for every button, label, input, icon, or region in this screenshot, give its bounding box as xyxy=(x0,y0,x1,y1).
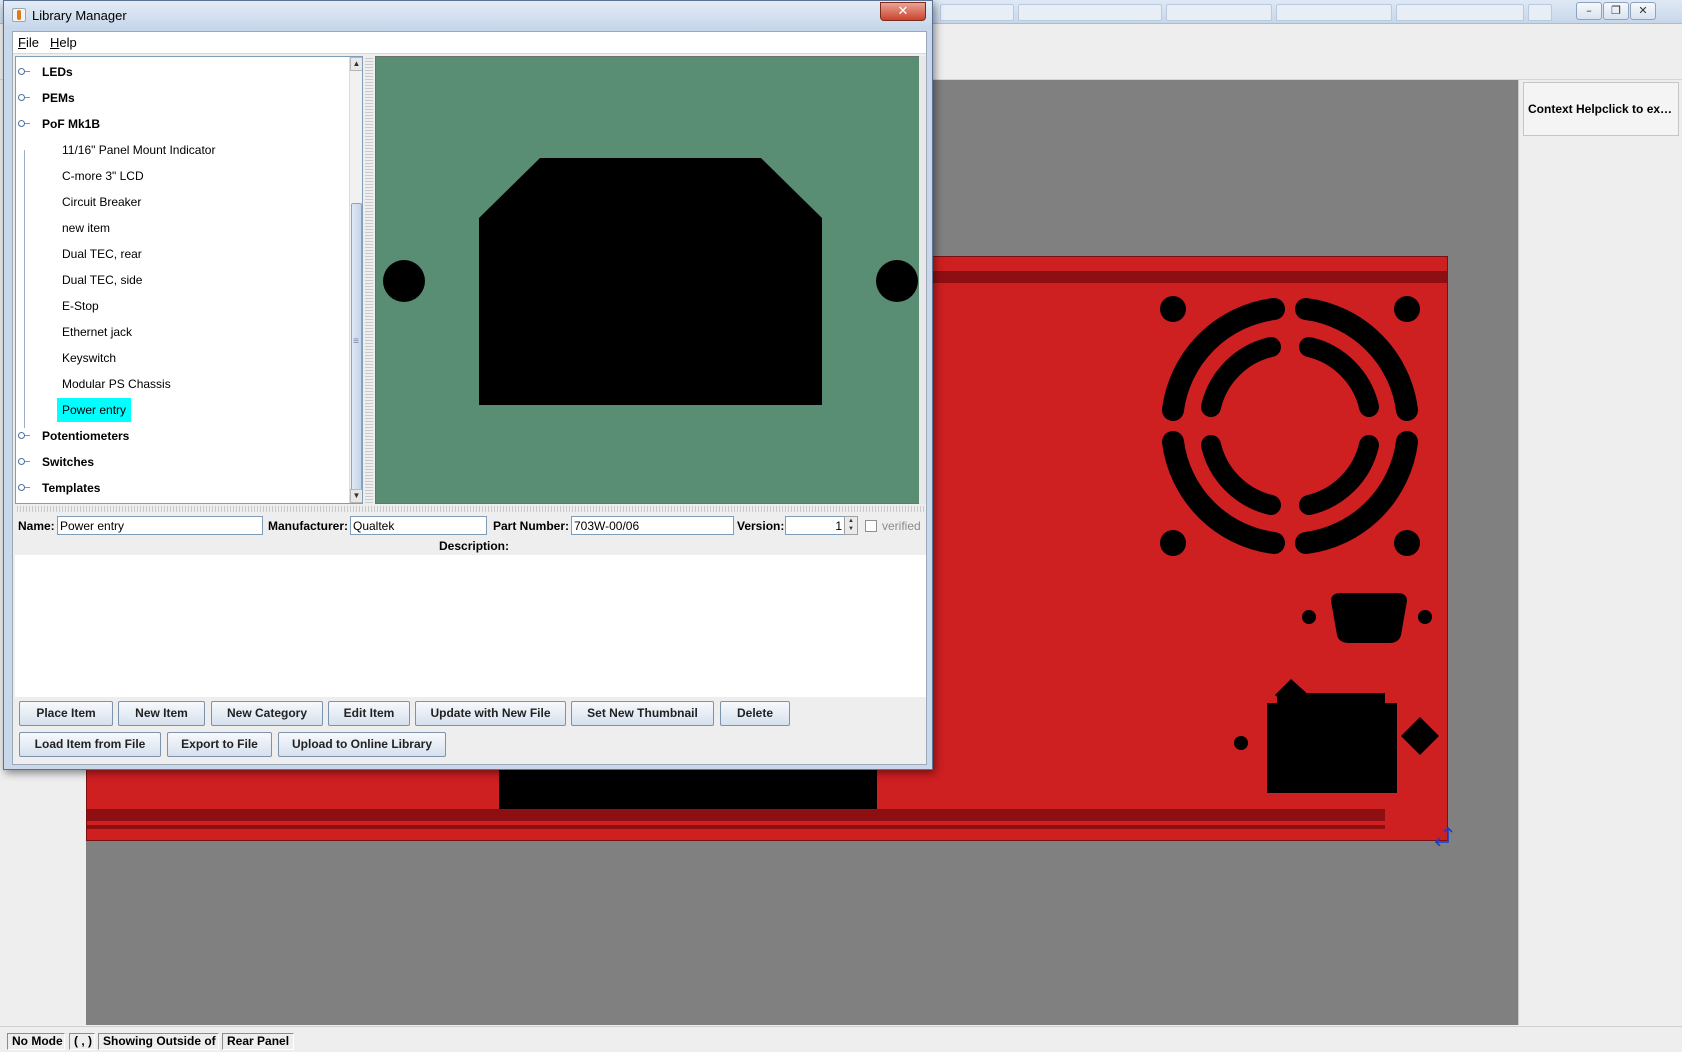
tree-item[interactable]: Keyswitch xyxy=(62,347,116,369)
library-tree[interactable]: LEDs PEMs PoF Mk1B 11/16" Panel Mount In… xyxy=(15,56,363,504)
dialog-close-button[interactable]: ✕ xyxy=(880,2,926,21)
status-showing: Showing Outside of xyxy=(98,1033,219,1050)
update-with-new-file-button[interactable]: Update with New File xyxy=(415,701,566,726)
db9-connector-cutout xyxy=(1302,593,1432,643)
tree-item-selected[interactable]: Power entry xyxy=(57,398,132,422)
scroll-up-icon[interactable]: ▲ xyxy=(350,57,362,71)
tree-category-label: PoF Mk1B xyxy=(42,117,101,131)
new-category-button[interactable]: New Category xyxy=(211,701,323,726)
horizontal-splitter[interactable] xyxy=(15,506,926,512)
version-label: Version: xyxy=(737,519,785,533)
dialog-titlebar[interactable]: Library Manager ✕ xyxy=(4,1,932,29)
expand-handle-icon[interactable] xyxy=(18,458,30,465)
expand-handle-icon[interactable] xyxy=(18,94,30,101)
description-label: Description: xyxy=(439,539,510,553)
power-entry-thumbnail xyxy=(383,158,918,405)
tree-category-potentiometers[interactable]: Potentiometers xyxy=(16,425,346,447)
dialog-title: Library Manager xyxy=(32,8,127,23)
delete-button[interactable]: Delete xyxy=(720,701,790,726)
taskbar-tab xyxy=(1276,4,1392,21)
tree-category-label: LEDs xyxy=(42,65,73,79)
tree-item[interactable]: Dual TEC, rear xyxy=(62,243,142,265)
taskbar-tab xyxy=(1166,4,1272,21)
tree-category-templates[interactable]: Templates xyxy=(16,477,346,499)
tree-item[interactable]: new item xyxy=(62,217,110,239)
menu-help[interactable]: Help xyxy=(50,35,77,50)
tree-item[interactable]: E-Stop xyxy=(62,295,99,317)
expand-handle-icon[interactable] xyxy=(18,484,30,491)
taskbar-tab xyxy=(940,4,1014,21)
scroll-down-icon[interactable]: ▼ xyxy=(350,489,362,503)
tree-category-label: Templates xyxy=(42,481,101,495)
tree-guide-line xyxy=(24,150,25,428)
edit-item-button[interactable]: Edit Item xyxy=(328,701,410,726)
description-textarea[interactable] xyxy=(15,555,926,697)
part-number-input[interactable] xyxy=(571,516,734,535)
status-bar: No Mode ( , ) Showing Outside of Rear Pa… xyxy=(0,1026,1682,1052)
verified-checkbox[interactable] xyxy=(865,520,877,532)
name-input[interactable] xyxy=(57,516,263,535)
tree-item[interactable]: 11/16" Panel Mount Indicator xyxy=(62,139,215,161)
load-item-from-file-button[interactable]: Load Item from File xyxy=(19,732,161,757)
export-to-file-button[interactable]: Export to File xyxy=(167,732,272,757)
tree-item[interactable]: Modular PS Chassis xyxy=(62,373,171,395)
tree-item[interactable]: Ethernet jack xyxy=(62,321,132,343)
collapse-handle-icon[interactable] xyxy=(18,120,30,127)
close-icon[interactable]: ✕ xyxy=(1630,2,1656,20)
bottom-rail xyxy=(87,809,1385,821)
bottom-rail-lower xyxy=(87,825,1385,829)
rectangular-cutout xyxy=(499,769,877,809)
tree-category-label: Switches xyxy=(42,455,95,469)
item-preview xyxy=(375,56,926,504)
taskbar-tab xyxy=(1018,4,1162,21)
tree-item[interactable]: C-more 3" LCD xyxy=(62,165,144,187)
part-number-label: Part Number: xyxy=(493,519,570,533)
dialog-content: File Help LEDs PEMs PoF Mk1B 11/16" Pane… xyxy=(12,31,927,765)
minimize-icon[interactable]: – xyxy=(1576,2,1602,20)
vertical-splitter[interactable] xyxy=(365,56,373,504)
taskbar-tab xyxy=(1528,4,1552,21)
menu-bar: File Help xyxy=(13,32,926,54)
tree-category-label: Potentiometers xyxy=(42,429,130,443)
status-panel-name: Rear Panel xyxy=(222,1033,294,1050)
name-label: Name: xyxy=(18,519,55,533)
spinner-arrows-icon[interactable]: ▲ ▼ xyxy=(844,516,858,535)
tree-category-label: PEMs xyxy=(42,91,75,105)
status-coordinates: ( , ) xyxy=(69,1033,95,1050)
diamond-cutout xyxy=(1401,717,1439,755)
set-new-thumbnail-button[interactable]: Set New Thumbnail xyxy=(571,701,714,726)
version-spinner[interactable] xyxy=(785,516,845,535)
power-entry-cutout xyxy=(1234,679,1397,793)
tree-category-leds[interactable]: LEDs xyxy=(16,61,346,83)
context-help-panel: Context Helpclick to expa... xyxy=(1518,80,1682,1025)
resize-corner-icon[interactable] xyxy=(1432,824,1454,846)
java-app-icon xyxy=(12,8,26,22)
context-help-button[interactable]: Context Helpclick to expa... xyxy=(1523,82,1679,136)
status-mode: No Mode xyxy=(7,1033,65,1050)
expand-handle-icon[interactable] xyxy=(18,432,30,439)
tree-item[interactable]: Circuit Breaker xyxy=(62,191,141,213)
verified-label: verified xyxy=(882,519,921,533)
menu-file[interactable]: File xyxy=(18,35,39,50)
fan-grille-cutout xyxy=(1160,296,1420,556)
expand-handle-icon[interactable] xyxy=(18,68,30,75)
preview-edge xyxy=(919,56,926,504)
library-manager-dialog: Library Manager ✕ File Help LEDs PEMs Po… xyxy=(3,0,933,770)
tree-scrollbar[interactable]: ▲ ▼ xyxy=(349,57,362,503)
tree-category-pof-mk1b[interactable]: PoF Mk1B xyxy=(16,113,346,135)
place-item-button[interactable]: Place Item xyxy=(19,701,113,726)
manufacturer-input[interactable] xyxy=(350,516,487,535)
manufacturer-label: Manufacturer: xyxy=(268,519,349,533)
tree-item[interactable]: Dual TEC, side xyxy=(62,269,142,291)
restore-icon[interactable]: ❐ xyxy=(1603,2,1629,20)
new-item-button[interactable]: New Item xyxy=(118,701,205,726)
tree-category-switches[interactable]: Switches xyxy=(16,451,346,473)
upload-to-online-library-button[interactable]: Upload to Online Library xyxy=(278,732,446,757)
tree-category-pems[interactable]: PEMs xyxy=(16,87,346,109)
scrollbar-thumb[interactable] xyxy=(351,203,362,493)
taskbar-tab xyxy=(1396,4,1524,21)
